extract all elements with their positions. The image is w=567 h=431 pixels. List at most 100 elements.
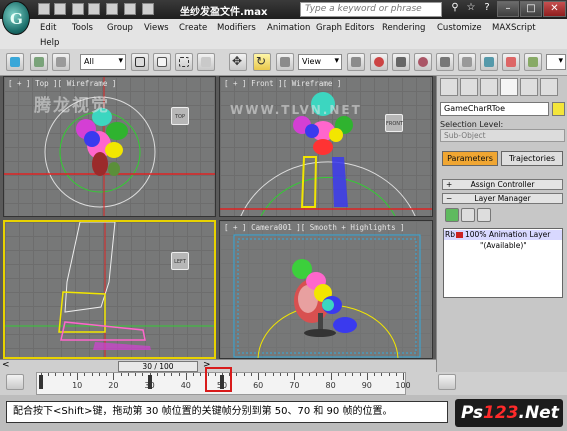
track-tick — [77, 373, 79, 380]
object-color-swatch[interactable] — [552, 102, 565, 116]
time-slider-thumb[interactable]: 30 / 100 — [118, 361, 198, 372]
select-object-icon[interactable] — [131, 53, 149, 71]
character-left-view — [5, 222, 214, 357]
keyframe-marker[interactable] — [39, 375, 43, 389]
layer-list[interactable]: Rb 100% Animation Layer "(Available)" — [443, 228, 563, 298]
mirror-icon[interactable] — [502, 53, 520, 71]
track-minor-tick — [316, 373, 318, 376]
rectangular-selection-icon[interactable] — [175, 53, 193, 71]
align-icon[interactable] — [524, 53, 542, 71]
track-minor-tick — [91, 373, 93, 376]
layer-available[interactable]: "(Available)" — [480, 241, 527, 250]
viewport-left[interactable]: LEFT — [3, 220, 216, 359]
window-crossing-icon[interactable] — [197, 53, 215, 71]
select-by-name-icon[interactable] — [153, 53, 171, 71]
viewport-camera[interactable]: [ + ] Camera001 ][ Smooth + Highlights ] — [219, 220, 433, 359]
viewport-label-front[interactable]: [ + ] Front ][ Wireframe ] — [224, 79, 341, 88]
keyframe-marker[interactable] — [147, 375, 152, 389]
window-title: 坐纱发盈文件.max — [180, 7, 268, 18]
track-minor-tick — [265, 373, 267, 376]
minimize-button[interactable]: – — [497, 1, 519, 17]
select-and-scale-icon[interactable] — [276, 53, 294, 71]
app-logo-letter: G — [10, 10, 23, 28]
track-tick-label: 60 — [253, 381, 264, 390]
hierarchy-tab-icon[interactable] — [480, 78, 498, 96]
menu-rendering[interactable]: Rendering — [382, 23, 425, 33]
viewcube-left[interactable]: LEFT — [171, 252, 189, 270]
viewport-front[interactable]: WWW.TLVN.NET FRONT [ + ] Front ][ Wirefr… — [219, 76, 433, 217]
display-tab-icon[interactable] — [520, 78, 538, 96]
app-logo[interactable]: G — [2, 1, 30, 35]
keyboard-shortcut-override-icon[interactable] — [392, 53, 410, 71]
assign-controller-rollout[interactable]: Assign Controller — [442, 179, 563, 190]
close-button[interactable]: ✕ — [543, 1, 566, 17]
quick-access-dropdown-icon[interactable] — [124, 3, 136, 15]
menu-views[interactable]: Views — [144, 23, 169, 33]
menu-modifiers[interactable]: Modifiers — [217, 23, 256, 33]
reference-coordinate-dropdown[interactable]: View — [298, 54, 342, 70]
select-and-link-icon[interactable] — [30, 53, 48, 71]
menu-edit[interactable]: Edit — [40, 23, 56, 33]
undo-icon[interactable] — [6, 53, 24, 71]
search-input[interactable]: Type a keyword or phrase — [300, 2, 442, 17]
object-name-field[interactable]: GameCharRToe — [440, 102, 549, 116]
track-bar: 0102030405060708090100 — [0, 372, 567, 395]
viewport-label-camera[interactable]: [ + ] Camera001 ][ Smooth + Highlights ] — [224, 223, 405, 232]
menu-tools[interactable]: Tools — [72, 23, 93, 33]
modify-tab-icon[interactable] — [460, 78, 478, 96]
layer-manager-icon[interactable] — [461, 208, 475, 222]
layer-manager-rollout[interactable]: Layer Manager — [442, 193, 563, 204]
angle-snap-icon[interactable] — [436, 53, 454, 71]
track-minor-tick — [142, 373, 144, 376]
menu-create[interactable]: Create — [179, 23, 207, 33]
pivot-center-icon[interactable] — [347, 53, 365, 71]
project-folder-icon[interactable] — [106, 3, 118, 15]
viewport-label-top[interactable]: [ + ] Top ][ Wireframe ] — [8, 79, 116, 88]
collapse-layer-icon[interactable] — [477, 208, 491, 222]
sub-object-button[interactable]: Sub-Object — [440, 129, 565, 142]
unlink-icon[interactable] — [52, 53, 70, 71]
layer-row-selected[interactable]: Rb 100% Animation Layer — [444, 230, 562, 240]
selection-filter-dropdown[interactable]: All — [80, 54, 126, 70]
parameters-button[interactable]: Parameters — [442, 151, 498, 166]
utilities-tab-icon[interactable] — [540, 78, 558, 96]
create-tab-icon[interactable] — [440, 78, 458, 96]
time-slider-prev[interactable]: < — [2, 360, 10, 370]
ps123-logo-text: Ps123.Net — [461, 403, 559, 423]
snaps-toggle-icon[interactable] — [414, 53, 432, 71]
command-panel-tabs — [440, 78, 565, 96]
menu-group[interactable]: Group — [107, 23, 133, 33]
menu-graph-editors[interactable]: Graph Editors — [316, 23, 374, 33]
spinner-snap-icon[interactable] — [480, 53, 498, 71]
track-minor-tick — [55, 373, 57, 376]
motion-tab-icon[interactable] — [500, 78, 518, 96]
select-and-rotate-icon[interactable]: ↻ — [253, 53, 271, 71]
play-layer-icon[interactable] — [445, 208, 459, 222]
maximize-button[interactable]: □ — [520, 1, 542, 17]
open-icon[interactable] — [38, 3, 50, 15]
menu-maxscript[interactable]: MAXScript — [492, 23, 536, 33]
menu-help[interactable]: Help — [40, 38, 59, 48]
viewport-top[interactable]: 腾龙视觉 TOP [ + ] Top ][ Wireframe ] — [3, 76, 216, 217]
select-manipulate-icon[interactable] — [370, 53, 388, 71]
menu-customize[interactable]: Customize — [437, 23, 482, 33]
character-camera-view — [233, 234, 421, 358]
named-selection-dropdown[interactable] — [546, 54, 566, 70]
menu-animation[interactable]: Animation — [267, 23, 310, 33]
help-icon[interactable]: ? — [480, 2, 494, 16]
save-icon[interactable] — [54, 3, 66, 15]
hold-icon[interactable] — [142, 3, 154, 15]
redo-icon[interactable] — [88, 3, 100, 15]
ps-logo-white: Ps — [461, 403, 483, 423]
select-and-move-icon[interactable]: ✥ — [229, 53, 247, 71]
star-icon[interactable]: ☆ — [464, 2, 478, 16]
key-mode-icon[interactable] — [438, 374, 456, 390]
undo-icon[interactable] — [72, 3, 84, 15]
viewcube-front[interactable]: FRONT — [385, 114, 403, 132]
track-tick — [330, 373, 332, 380]
binoculars-icon[interactable]: ⚲ — [448, 2, 462, 16]
percent-snap-icon[interactable] — [458, 53, 476, 71]
viewcube-top[interactable]: TOP — [171, 107, 189, 125]
mini-curve-editor-icon[interactable] — [6, 374, 24, 390]
trajectories-button[interactable]: Trajectories — [501, 151, 563, 166]
